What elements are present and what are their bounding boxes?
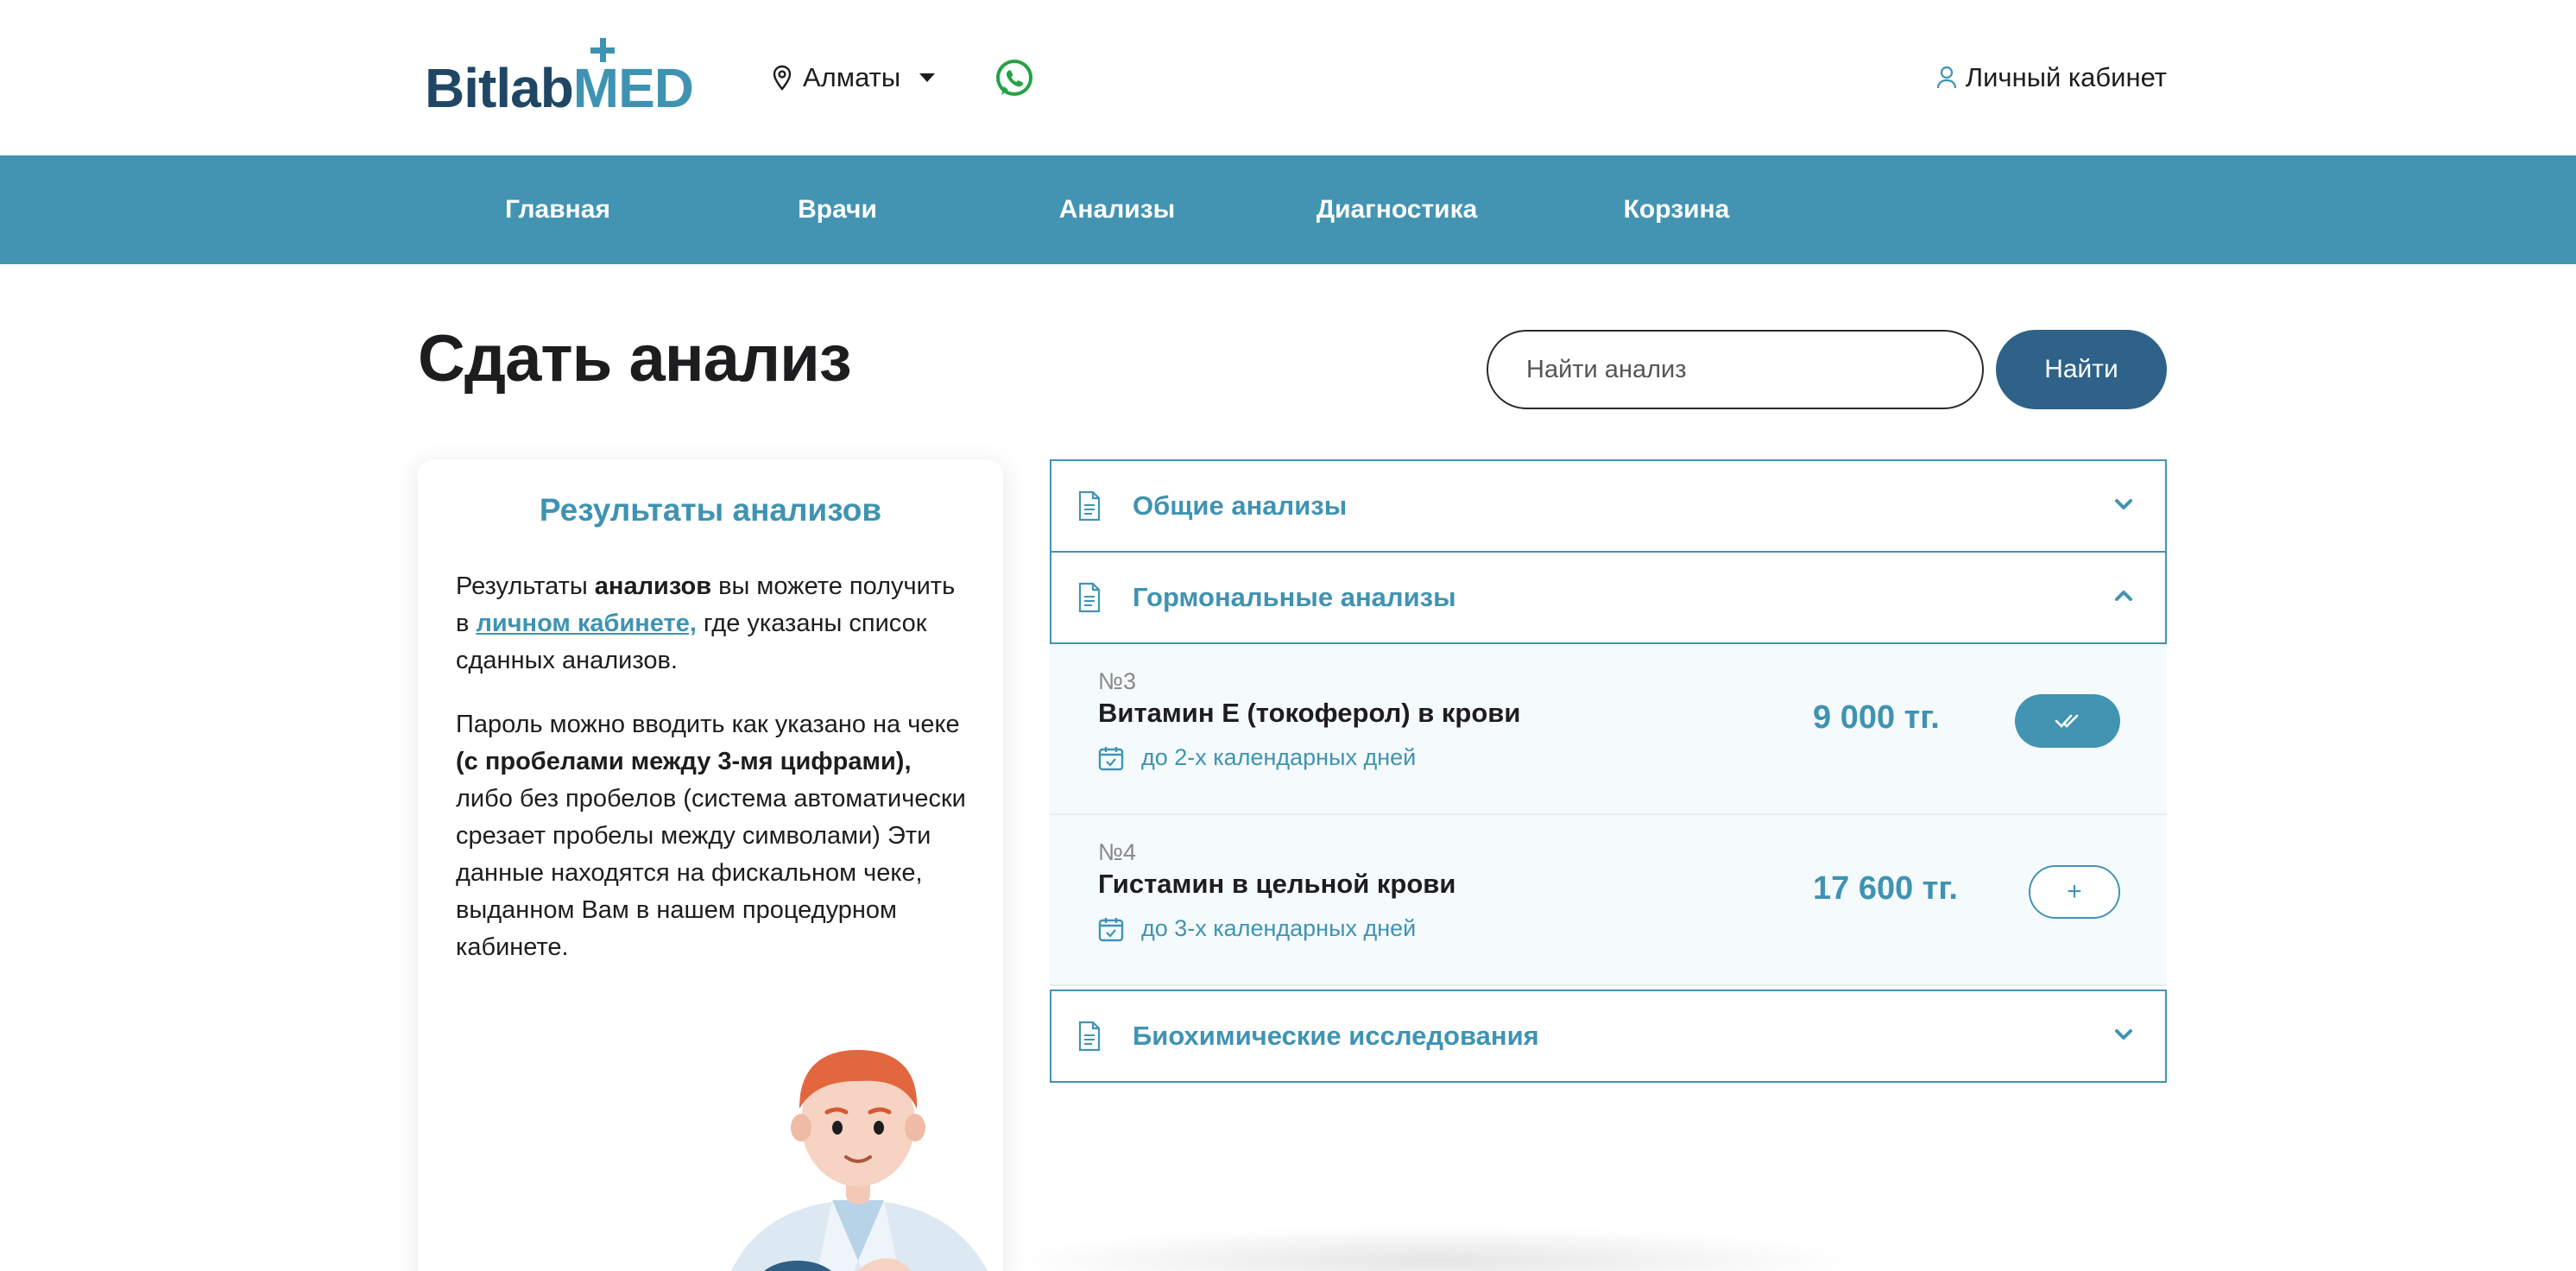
test-term: до 3-х календарных дней — [1098, 915, 1416, 942]
test-number: №3 — [1098, 668, 1136, 694]
test-term-text: до 3-х календарных дней — [1141, 915, 1417, 941]
account-inline-link[interactable]: личном кабинете, — [476, 610, 696, 637]
doctor-illustration — [731, 1050, 988, 1271]
bold-text: (с пробелами между 3-мя цифрами), — [456, 748, 912, 775]
test-term: до 2-х календарных дней — [1098, 744, 1416, 771]
chevron-down-icon — [2115, 499, 2132, 509]
results-paragraph: Результаты анализов вы можете получить в… — [456, 568, 974, 680]
add-to-cart-button[interactable]: + — [2029, 865, 2120, 919]
page-title: Сдать анализ — [418, 322, 852, 395]
accordion-biochemical-tests: Биохимические исследования — [1050, 990, 2167, 1083]
accordion-label: Биохимические исследования — [1133, 1021, 1539, 1051]
document-icon — [1078, 582, 1101, 613]
accordion-general-tests: Общие анализы — [1050, 459, 2167, 553]
calendar-check-icon — [1098, 746, 1124, 770]
nav-item-diagnostics[interactable]: Диагностика — [1257, 155, 1537, 264]
test-price: 9 000 тг. — [1813, 699, 1940, 736]
nav-item-cart[interactable]: Корзина — [1537, 155, 1816, 264]
text-span: Результаты — [456, 572, 595, 600]
medical-cross-icon — [590, 38, 615, 62]
logo-part-bitlab: Bitlab — [425, 57, 574, 119]
logo-part-med: MED — [572, 38, 694, 119]
caret-down-icon — [919, 73, 936, 82]
location-pin-icon — [773, 65, 792, 91]
text-span: Пароль можно вводить как указано на чеке — [456, 711, 960, 738]
test-number: №4 — [1098, 839, 1136, 865]
search-input[interactable] — [1487, 330, 1984, 409]
password-paragraph: Пароль можно вводить как указано на чеке… — [456, 706, 974, 966]
test-name: Витамин Е (токоферол) в крови — [1098, 698, 1521, 728]
chevron-up-icon — [2115, 591, 2132, 601]
accordion-header-biochemical[interactable]: Биохимические исследования — [1050, 990, 2167, 1083]
search-button[interactable]: Найти — [1996, 330, 2167, 409]
accordion-hormonal-tests: Гормональные анализы №3 Витамин Е (токоф… — [1050, 551, 2167, 986]
user-icon — [1936, 66, 1956, 89]
site-header: Bitlab MED Алматы Личный кабинет — [0, 0, 2576, 155]
text-span: либо без пробелов (система автоматически… — [456, 785, 966, 961]
test-term-text: до 2-х календарных дней — [1141, 744, 1417, 770]
results-info-card: Результаты анализов Результаты анализов … — [418, 459, 1003, 1271]
city-selector[interactable]: Алматы — [772, 59, 936, 97]
account-label: Личный кабинет — [1965, 62, 2167, 92]
main-nav: Главная Врачи Анализы Диагностика Корзин… — [0, 155, 2576, 264]
logo-part-med-text: MED — [572, 57, 694, 119]
accordion-header-general[interactable]: Общие анализы — [1050, 459, 2167, 553]
test-name: Гистамин в цельной крови — [1098, 869, 1456, 899]
double-check-icon — [2055, 714, 2079, 728]
calendar-check-icon — [1098, 917, 1124, 941]
test-price: 17 600 тг. — [1813, 870, 1958, 907]
city-name: Алматы — [803, 62, 901, 92]
account-link[interactable]: Личный кабинет — [1936, 59, 2167, 97]
accordion-label: Гормональные анализы — [1133, 582, 1456, 612]
nav-item-home[interactable]: Главная — [418, 155, 698, 264]
accordion-header-hormonal[interactable]: Гормональные анализы — [1050, 551, 2167, 644]
in-cart-button[interactable] — [2015, 694, 2120, 748]
document-icon — [1078, 1021, 1101, 1052]
test-item: №4 Гистамин в цельной крови до 3-х кален… — [1050, 815, 2167, 986]
results-card-title: Результаты анализов — [539, 492, 882, 528]
nav-item-tests[interactable]: Анализы — [977, 155, 1257, 264]
document-icon — [1078, 490, 1101, 522]
bold-text: анализов — [594, 572, 712, 600]
whatsapp-icon[interactable] — [993, 57, 1036, 100]
chevron-down-icon — [2115, 1029, 2132, 1040]
test-item: №3 Витамин Е (токоферол) в крови до 2-х … — [1050, 644, 2167, 815]
bitlabmed-logo[interactable]: Bitlab MED — [425, 38, 694, 119]
accordion-label: Общие анализы — [1133, 490, 1348, 521]
footer-shadow — [1001, 1226, 1865, 1271]
nav-item-doctors[interactable]: Врачи — [698, 155, 977, 264]
